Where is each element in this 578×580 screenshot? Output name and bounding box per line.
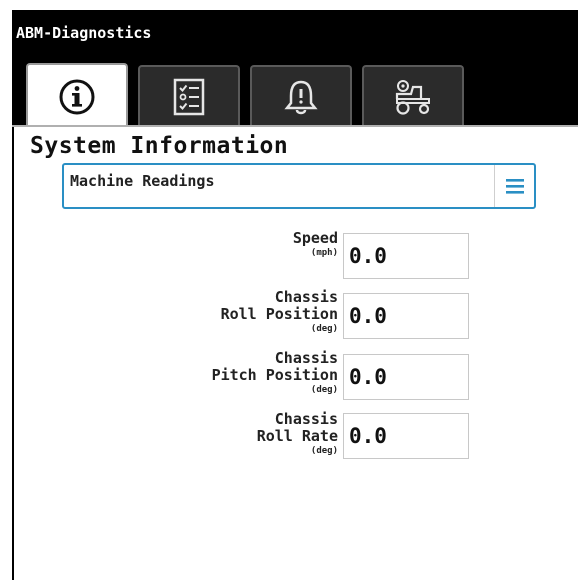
tab-strip [12, 57, 578, 129]
page-title: System Information [30, 133, 289, 159]
reading-label: Chassis Roll Rate (deg) [256, 410, 338, 457]
bell-alert-icon [284, 80, 318, 115]
tab-info[interactable] [26, 63, 128, 129]
tractor-settings-icon [395, 80, 430, 115]
reading-value-field: 0.0 [343, 293, 469, 339]
dropdown-selected-value: Machine Readings [70, 172, 215, 190]
system-information-panel: System Information Machine Readings Spee… [12, 127, 578, 580]
reading-value-field: 0.0 [343, 413, 469, 459]
tab-checklist[interactable] [138, 65, 240, 127]
reading-label: Chassis Pitch Position (deg) [211, 349, 338, 396]
reading-value-field: 0.0 [343, 233, 469, 279]
dropdown-menu-button[interactable] [494, 165, 534, 207]
reading-unit: (deg) [310, 446, 338, 456]
hamburger-menu-icon [505, 179, 524, 194]
window-title: ABM-Diagnostics [12, 10, 578, 57]
app-window: ABM-Diagnostics System Information Machi… [12, 10, 578, 580]
checklist-icon [173, 78, 205, 116]
reading-unit: (deg) [310, 324, 338, 334]
reading-unit: (deg) [310, 385, 338, 395]
reading-label: Chassis Roll Position (deg) [220, 288, 338, 335]
tab-alerts[interactable] [250, 65, 352, 127]
reading-unit: (mph) [310, 248, 338, 258]
tab-machine[interactable] [362, 65, 464, 127]
reading-value-field: 0.0 [343, 354, 469, 400]
readings-dropdown[interactable]: Machine Readings [62, 163, 536, 209]
reading-label: Speed (mph) [292, 229, 338, 259]
info-icon [59, 79, 95, 115]
